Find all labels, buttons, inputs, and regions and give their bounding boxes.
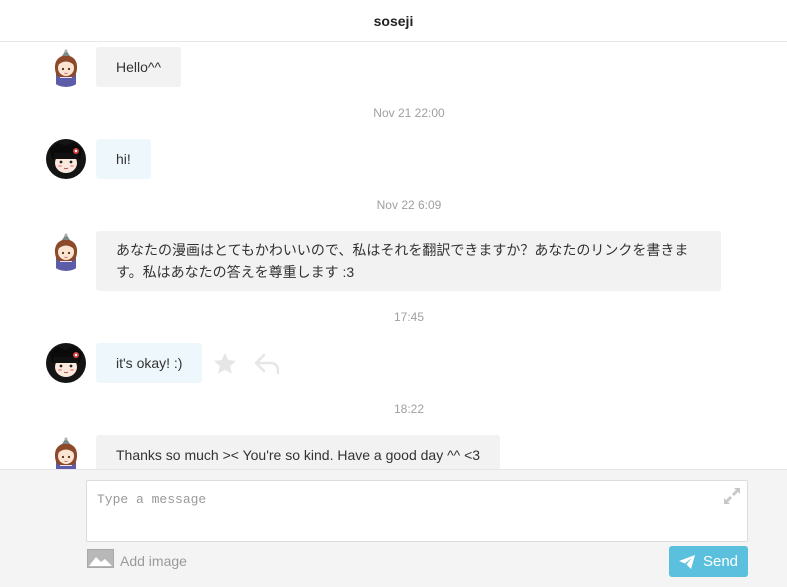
message-text: hi! (116, 151, 131, 167)
message-input[interactable] (86, 480, 748, 542)
message-list[interactable]: Hello^^ Nov 21 22:00 hi! Nov 22 6:09 あなた… (0, 42, 787, 469)
message-timestamp: 18:22 (393, 402, 425, 416)
expand-icon[interactable] (722, 486, 742, 506)
chat-header: soseji (0, 0, 787, 42)
avatar[interactable] (46, 435, 86, 469)
message-text: it's okay! :) (116, 355, 183, 371)
message-timestamp: Nov 22 6:09 (376, 198, 442, 212)
avatar[interactable] (46, 139, 86, 179)
reply-icon[interactable] (253, 352, 281, 376)
add-image-label: Add image (120, 553, 187, 569)
send-button[interactable]: Send (669, 546, 748, 577)
star-icon[interactable] (211, 350, 239, 378)
message-timestamp: Nov 21 22:00 (373, 106, 445, 120)
message-text: Thanks so much >< You're so kind. Have a… (116, 447, 481, 463)
message-text-line: す。私はあなたの答えを尊重します :3 (116, 264, 355, 280)
send-label: Send (702, 553, 739, 570)
add-image-button[interactable]: Add image (87, 549, 187, 573)
message-bubble: Hello^^ (96, 47, 182, 87)
message-bubble: it's okay! :) (96, 343, 203, 383)
avatar[interactable] (46, 343, 86, 383)
message-composer: Add image Send (0, 469, 787, 587)
message-bubble: あなたの漫画はとてもかわいいので、私はそれを翻訳できますか？あなたのリンクを書き… (96, 231, 721, 291)
avatar[interactable] (46, 231, 86, 271)
paper-plane-icon (678, 554, 695, 569)
message-timestamp: 17:45 (393, 310, 425, 324)
message-text-line: あなたの漫画はとてもかわいいので、私はそれを翻訳できますか？あなたのリンクを書き… (116, 242, 689, 258)
message-bubble: hi! (96, 139, 151, 179)
conversation-title: soseji (373, 12, 414, 29)
message-text: Hello^^ (116, 59, 162, 75)
message-bubble: Thanks so much >< You're so kind. Have a… (96, 435, 501, 469)
image-icon (87, 549, 114, 573)
avatar[interactable] (46, 47, 86, 87)
